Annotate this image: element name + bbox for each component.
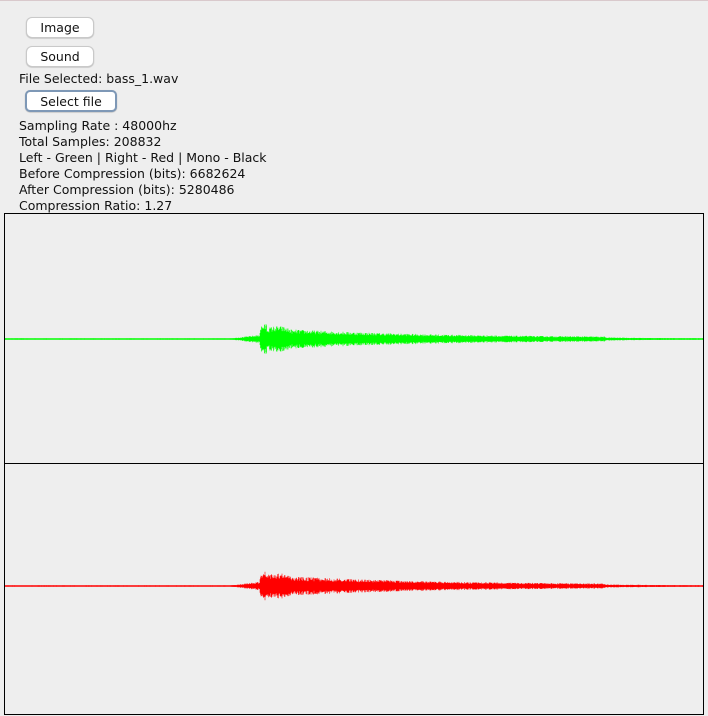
image-button[interactable]: Image	[26, 17, 94, 38]
audio-info: Sampling Rate : 48000hz Total Samples: 2…	[19, 118, 267, 214]
left-channel-waveform-panel	[4, 213, 704, 464]
right-channel-waveform	[5, 571, 703, 601]
after-compression-label: After Compression (bits): 5280486	[19, 182, 235, 197]
left-channel-waveform	[5, 324, 703, 354]
sampling-rate-label: Sampling Rate : 48000hz	[19, 118, 177, 133]
compression-ratio-label: Compression Ratio: 1.27	[19, 198, 173, 213]
before-compression-label: Before Compression (bits): 6682624	[19, 166, 246, 181]
total-samples-label: Total Samples: 208832	[19, 134, 162, 149]
right-channel-waveform-panel	[4, 463, 704, 715]
sound-button[interactable]: Sound	[26, 46, 94, 67]
channel-legend-label: Left - Green | Right - Red | Mono - Blac…	[19, 150, 267, 165]
select-file-button[interactable]: Select file	[25, 90, 117, 112]
file-selected-label: File Selected: bass_1.wav	[19, 71, 179, 86]
